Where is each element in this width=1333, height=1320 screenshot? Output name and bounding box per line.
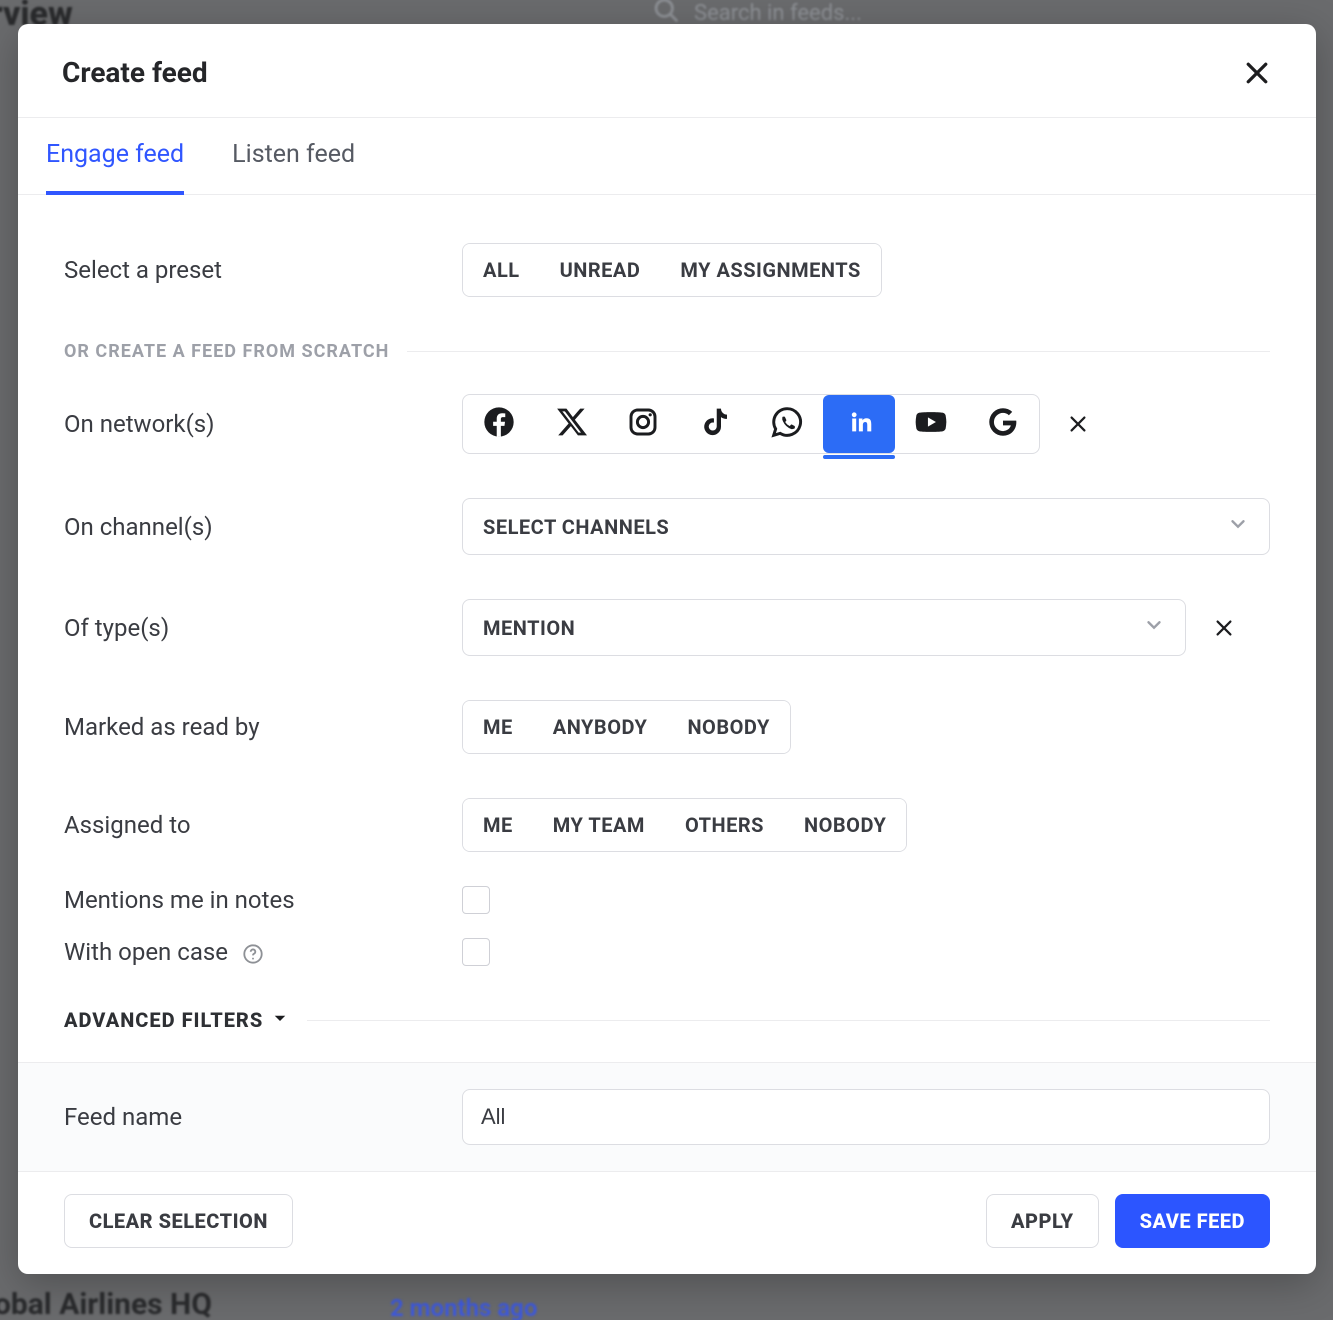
tab-engage-feed[interactable]: Engage feed	[46, 118, 184, 195]
types-dropdown[interactable]: MENTION	[462, 599, 1186, 656]
network-linkedin[interactable]	[823, 395, 895, 453]
linkedin-icon	[843, 406, 875, 442]
read-by-group: ME ANYBODY NOBODY	[462, 700, 791, 754]
tab-listen-feed[interactable]: Listen feed	[232, 118, 355, 195]
network-youtube[interactable]	[895, 395, 967, 453]
instagram-icon	[627, 406, 659, 442]
preset-my-assignments-button[interactable]: MY ASSIGNMENTS	[660, 244, 880, 296]
assigned-others-button[interactable]: OTHERS	[665, 799, 784, 851]
clear-networks-button[interactable]	[1064, 410, 1092, 438]
feed-name-label: Feed name	[64, 1103, 462, 1131]
clear-types-button[interactable]	[1210, 614, 1238, 642]
assigned-my-team-button[interactable]: MY TEAM	[533, 799, 665, 851]
channels-dropdown[interactable]: SELECT CHANNELS	[462, 498, 1270, 555]
apply-button[interactable]: APPLY	[986, 1194, 1099, 1248]
network-group	[462, 394, 1040, 454]
chevron-down-icon	[1227, 513, 1249, 540]
close-icon[interactable]	[1242, 58, 1272, 88]
x-twitter-icon	[555, 406, 587, 442]
channels-dropdown-value: SELECT CHANNELS	[483, 515, 669, 539]
channels-label: On channel(s)	[64, 513, 462, 541]
read-by-label: Marked as read by	[64, 713, 462, 741]
preset-group: ALL UNREAD MY ASSIGNMENTS	[462, 243, 882, 297]
tiktok-icon	[699, 406, 731, 442]
preset-all-button[interactable]: ALL	[463, 244, 540, 296]
open-case-checkbox[interactable]	[462, 938, 490, 966]
google-icon	[987, 406, 1019, 442]
assigned-nobody-button[interactable]: NOBODY	[784, 799, 906, 851]
network-whatsapp[interactable]	[751, 395, 823, 453]
modal-title: Create feed	[62, 56, 208, 89]
chevron-down-icon	[1143, 614, 1165, 641]
assigned-label: Assigned to	[64, 811, 462, 839]
scratch-divider-label: OR CREATE A FEED FROM SCRATCH	[64, 341, 389, 362]
bg-search-placeholder: Search in feeds...	[694, 1, 862, 26]
network-facebook[interactable]	[463, 395, 535, 453]
help-icon[interactable]	[242, 943, 264, 965]
preset-label: Select a preset	[64, 256, 462, 284]
network-instagram[interactable]	[607, 395, 679, 453]
network-tiktok[interactable]	[679, 395, 751, 453]
read-by-nobody-button[interactable]: NOBODY	[667, 701, 789, 753]
clear-selection-button[interactable]: CLEAR SELECTION	[64, 1194, 293, 1248]
assigned-me-button[interactable]: ME	[463, 799, 533, 851]
types-dropdown-value: MENTION	[483, 616, 575, 640]
network-x[interactable]	[535, 395, 607, 453]
networks-label: On network(s)	[64, 410, 462, 438]
youtube-icon	[915, 406, 947, 442]
create-feed-modal: Create feed Engage feed Listen feed Sele…	[18, 24, 1316, 1274]
preset-unread-button[interactable]: UNREAD	[540, 244, 661, 296]
bg-bottom-mid: 2 months ago	[390, 1294, 537, 1320]
open-case-label: With open case	[64, 938, 462, 966]
read-by-me-button[interactable]: ME	[463, 701, 533, 753]
types-label: Of type(s)	[64, 614, 462, 642]
read-by-anybody-button[interactable]: ANYBODY	[533, 701, 668, 753]
assigned-group: ME MY TEAM OTHERS NOBODY	[462, 798, 907, 852]
save-feed-button[interactable]: SAVE FEED	[1115, 1194, 1270, 1248]
advanced-filters-toggle[interactable]: ADVANCED FILTERS	[64, 1008, 289, 1032]
network-google[interactable]	[967, 395, 1039, 453]
mentions-me-checkbox[interactable]	[462, 886, 490, 914]
bg-bottom-left: lobal Airlines HQ	[0, 1287, 212, 1320]
facebook-icon	[483, 406, 515, 442]
mentions-me-label: Mentions me in notes	[64, 886, 462, 914]
feed-name-input[interactable]	[462, 1089, 1270, 1145]
whatsapp-icon	[771, 406, 803, 442]
caret-down-icon	[271, 1008, 289, 1032]
